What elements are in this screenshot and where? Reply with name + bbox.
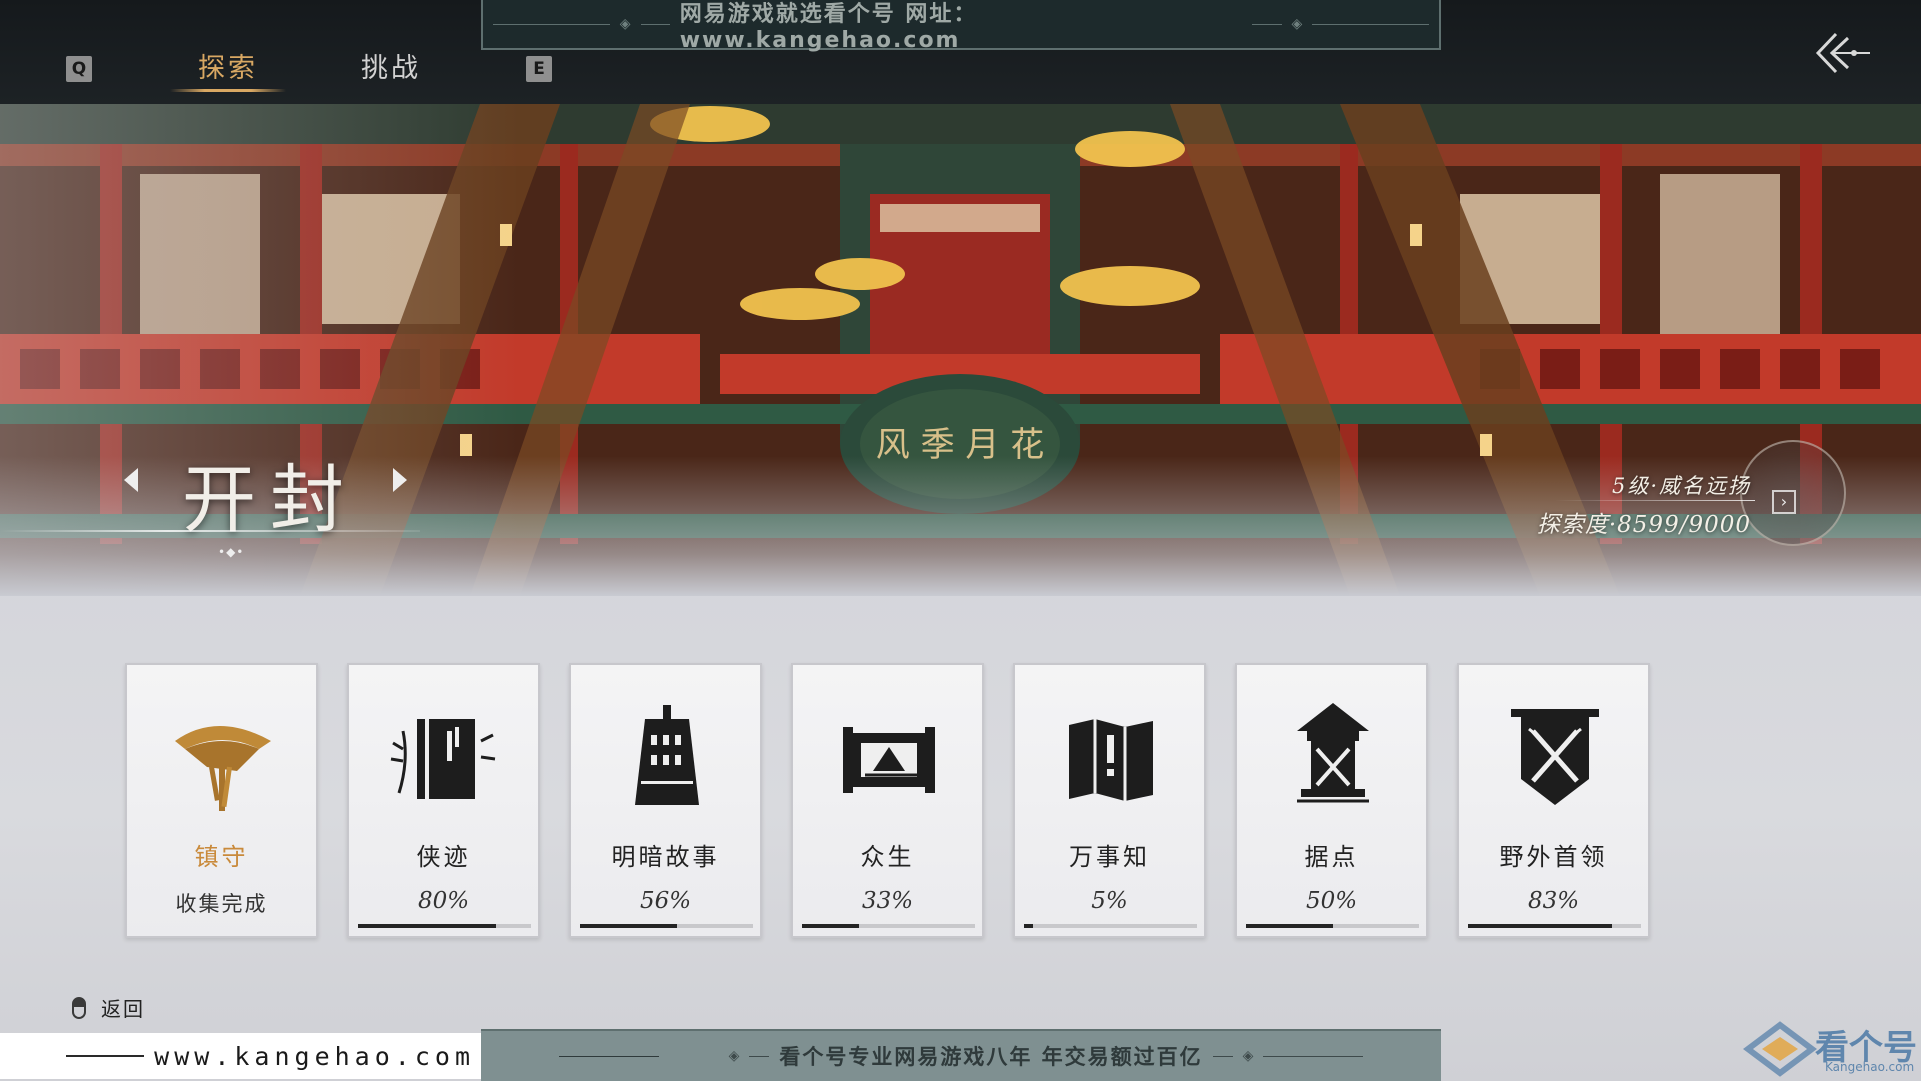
card-strongholds[interactable]: 据点 50% [1235,663,1428,938]
active-tab-underline [170,89,286,92]
card-title: 万事知 [1069,843,1150,871]
scroll-painting-icon [843,727,935,793]
watchtower-icon [1297,703,1369,803]
card-progress-fill [580,924,677,928]
ornament-icon: ◈ [1291,16,1303,32]
bamboo-hat-icon [175,726,271,811]
next-tab-key-hint[interactable]: E [526,56,552,82]
mouse-icon [72,996,86,1019]
card-percent: 56% [639,888,692,914]
card-percent: 80% [417,888,470,914]
exploration-progress: 探索度·8599/9000 [1536,512,1751,538]
watermark-banner-bottom: ◈ 看个号专业网易游戏八年 年交易额过百亿 ◈ [481,1029,1441,1081]
ornament-icon: ◈ [619,16,631,32]
rank-label: 5级·威名远扬 [1611,474,1751,498]
crossed-swords-banner-icon [1511,709,1599,805]
region-underline [0,530,420,532]
card-title: 据点 [1304,843,1359,871]
rank-underline [1555,500,1755,501]
card-progress-fill [358,924,497,928]
card-title: 野外首领 [1499,843,1608,871]
card-progress-bar [1246,924,1419,928]
card-stories[interactable]: 明暗故事 56% [569,663,762,938]
card-progress-bar [1468,924,1641,928]
card-hero-traces[interactable]: 侠迹 80% [347,663,540,938]
next-region-arrow-icon[interactable] [393,468,407,492]
prev-tab-key-hint[interactable]: Q [66,56,92,82]
watermark-site-text: www.kangehao.com [154,1041,475,1071]
prev-region-arrow-icon[interactable] [124,468,138,492]
card-progress-fill [1468,924,1612,928]
card-percent: 83% [1527,888,1580,914]
book-icon [390,719,496,799]
card-progress-fill [1246,924,1333,928]
rank-detail-icon[interactable]: › [1772,490,1796,514]
card-field-bosses[interactable]: 野外首领 83% [1457,663,1650,938]
bell-icon [635,705,699,805]
card-percent: 33% [861,888,914,914]
ornament-icon: ◈ [728,1048,740,1064]
card-percent: 50% [1305,888,1358,914]
card-status: 收集完成 [175,892,268,916]
card-knowledge[interactable]: 万事知 5% [1013,663,1206,938]
card-progress-bar [358,924,531,928]
watermark-top-text: 网易游戏就选看个号 网址：www.kangehao.com [679,1,978,53]
watermark-site-strip: www.kangehao.com [0,1033,485,1079]
card-title: 众生 [860,843,915,871]
watermark-bottom-text: 看个号专业网易游戏八年 年交易额过百亿 [779,1045,1203,1069]
card-progress-bar [1024,924,1197,928]
tab-explore[interactable]: 探索 [198,46,258,85]
back-arrow-icon[interactable] [1812,28,1872,78]
card-title: 镇守 [194,843,249,871]
card-progress-fill [1024,924,1033,928]
card-title: 明暗故事 [611,843,720,871]
card-title: 侠迹 [416,843,471,871]
ornament-icon: ◈ [1242,1048,1254,1064]
card-progress-bar [802,924,975,928]
return-label: 返回 [101,997,145,1021]
card-all-beings[interactable]: 众生 33% [791,663,984,938]
card-progress-fill [802,924,860,928]
region-page-dots: •◆• [218,545,245,559]
card-percent: 5% [1091,888,1128,914]
watermark-logo-sub: Kangehao.com [1825,1060,1915,1074]
watermark-banner-top: ◈ 网易游戏就选看个号 网址：www.kangehao.com ◈ [481,0,1441,53]
card-guard[interactable]: 镇守 收集完成 [125,663,318,938]
map-icon [1069,719,1153,801]
return-button[interactable]: 返回 [72,993,145,1022]
card-progress-bar [580,924,753,928]
tab-challenge[interactable]: 挑战 [361,46,421,85]
